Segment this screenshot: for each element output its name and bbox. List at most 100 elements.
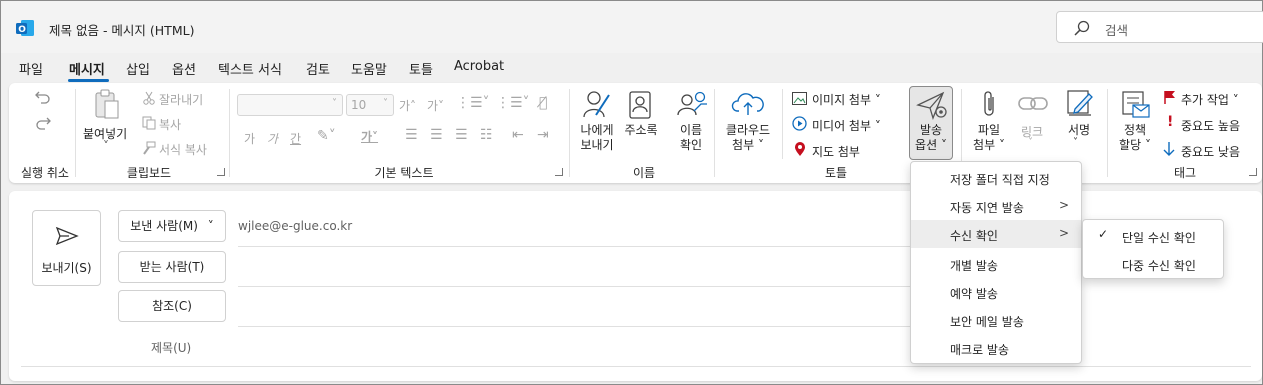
send-to-me-button[interactable]: 나에게 보내기	[575, 123, 619, 153]
menu-file[interactable]: 파일	[19, 59, 43, 78]
ribbon-divider	[75, 89, 76, 177]
low-importance-button[interactable]: 중요도 낮음	[1181, 143, 1240, 160]
menu-help[interactable]: 도움말	[351, 59, 387, 78]
send-to-me-label-1: 나에게	[580, 123, 614, 137]
cloud-upload-icon[interactable]	[731, 91, 765, 117]
map-attach-button[interactable]: 지도 첨부	[812, 143, 860, 160]
redo-icon[interactable]	[34, 115, 52, 131]
window-title: 제목 없음 - 메시지 (HTML)	[49, 23, 195, 38]
cc-field[interactable]	[238, 326, 910, 327]
menu-review[interactable]: 검토	[306, 59, 330, 78]
to-field[interactable]	[238, 286, 910, 287]
chevron-right-icon: >	[1058, 226, 1069, 240]
image-attach-button[interactable]: 이미지 첨부 ˅	[812, 91, 881, 108]
image-icon	[792, 92, 807, 105]
send-options-label-1: 발송	[919, 123, 943, 137]
menu-bar: 파일 메시지 삽입 옵션 텍스트 서식 검토 도움말 토틀 Acrobat	[1, 53, 1262, 83]
check-names-button[interactable]: 이름 확인	[669, 123, 713, 153]
submenu-item-multi-receipt[interactable]: 다중 수신 확인	[1083, 250, 1223, 278]
font-size-combo[interactable]: 10 ˅	[346, 94, 394, 116]
group-basic-text-label: 기본 텍스트	[374, 166, 434, 180]
search-box[interactable]: 검색	[1056, 11, 1263, 43]
from-button[interactable]: 보낸 사람(M) ˅	[118, 210, 226, 242]
submenu-item-single-receipt[interactable]: ✓ 단일 수신 확인	[1083, 222, 1223, 250]
italic-icon[interactable]: 가	[267, 130, 278, 147]
underline-icon[interactable]: 간	[290, 130, 301, 147]
address-book-icon[interactable]	[629, 91, 651, 119]
send-icon	[55, 226, 79, 246]
menu-message[interactable]: 메시지	[69, 59, 105, 78]
paperclip-icon[interactable]	[982, 89, 998, 119]
menu-item-secure-mail[interactable]: 보안 메일 발송	[911, 306, 1081, 334]
attach-file-label-2: 첨부 ˅	[973, 138, 1005, 152]
address-book-label[interactable]: 주소록	[621, 123, 661, 138]
menu-item-save-folder[interactable]: 저장 폴더 직접 지정	[911, 164, 1081, 192]
cc-button[interactable]: 참조(C)	[118, 290, 226, 322]
menu-options[interactable]: 옵션	[172, 59, 196, 78]
send-to-me-icon[interactable]	[582, 89, 612, 121]
chevron-down-icon: ˅	[332, 98, 337, 109]
font-color-icon[interactable]: 가˅	[361, 128, 378, 145]
cloud-attach-label-1: 클라우드	[725, 123, 771, 137]
shrink-font-icon[interactable]: 가˅	[427, 97, 444, 114]
format-painter-label[interactable]: 서식 복사	[159, 141, 207, 158]
cloud-attach-button[interactable]: 클라우드 첨부 ˅	[721, 123, 775, 153]
link-icon	[1018, 97, 1048, 110]
svg-text:O: O	[18, 25, 26, 35]
signature-dropdown-icon: ˅	[1073, 137, 1078, 148]
policy-icon[interactable]	[1121, 90, 1151, 120]
ribbon-divider	[569, 89, 570, 177]
high-importance-button[interactable]: 중요도 높음	[1181, 117, 1240, 134]
grow-font-icon[interactable]: 가˄	[399, 97, 416, 114]
media-attach-button[interactable]: 미디어 첨부 ˅	[812, 117, 881, 134]
assign-policy-button[interactable]: 정책 할당 ˅	[1115, 123, 1155, 153]
numbering-icon[interactable]: ⋮☰˅	[496, 95, 530, 111]
to-button[interactable]: 받는 사람(T)	[118, 251, 226, 283]
flag-icon	[1164, 91, 1175, 104]
menu-format-text[interactable]: 텍스트 서식	[218, 59, 282, 78]
policy-label-2: 할당 ˅	[1119, 138, 1151, 152]
menu-item-macro-send[interactable]: 매크로 발송	[911, 334, 1081, 362]
menu-item-scheduled-send[interactable]: 예약 발송	[911, 278, 1081, 306]
align-left-icon[interactable]: ☰	[405, 127, 418, 143]
subject-field[interactable]	[21, 366, 1251, 367]
send-button[interactable]: 보내기(S)	[32, 210, 101, 286]
font-name-combo[interactable]: ˅	[237, 94, 343, 116]
menu-acrobat[interactable]: Acrobat	[454, 59, 504, 74]
paste-dropdown-icon[interactable]: ˅	[103, 139, 109, 153]
menu-item-auto-delay[interactable]: 자동 지연 발송 >	[911, 192, 1081, 220]
align-center-icon[interactable]: ☰	[430, 127, 443, 143]
basic-text-launcher-icon[interactable]	[555, 168, 563, 176]
check-names-icon[interactable]	[676, 89, 710, 119]
highlight-icon[interactable]: ✎˅	[317, 128, 336, 144]
undo-icon[interactable]	[34, 89, 52, 105]
high-importance-icon: !	[1167, 114, 1174, 130]
outlook-message-window: O 제목 없음 - 메시지 (HTML) 검색 파일 메시지 삽입 옵션 텍스트…	[0, 0, 1263, 385]
increase-indent-icon[interactable]: ⇥	[537, 127, 549, 143]
cut-label[interactable]: 잘라내기	[159, 91, 203, 108]
follow-up-button[interactable]: 추가 작업 ˅	[1181, 91, 1239, 108]
menu-item-label: 저장 폴더 직접 지정	[950, 173, 1050, 187]
copy-label[interactable]: 복사	[159, 116, 181, 133]
send-options-button[interactable]: 발송 옵션 ˅	[909, 86, 953, 160]
menu-item-read-receipt[interactable]: 수신 확인 >	[911, 220, 1081, 248]
justify-icon[interactable]: ☷	[480, 127, 493, 143]
ribbon-divider	[1107, 89, 1108, 177]
signature-icon[interactable]	[1065, 89, 1095, 119]
menu-tottle[interactable]: 토틀	[409, 59, 433, 78]
menu-insert[interactable]: 삽입	[126, 59, 150, 78]
align-right-icon[interactable]: ☰	[455, 127, 468, 143]
ribbon-divider	[229, 89, 230, 177]
send-options-menu: 저장 폴더 직접 지정 자동 지연 발송 > 수신 확인 > 개별 발송 예약 발송…	[910, 161, 1082, 364]
decrease-indent-icon[interactable]: ⇤	[512, 127, 524, 143]
signature-label[interactable]: 서명	[1061, 123, 1097, 138]
menu-item-individual-send[interactable]: 개별 발송	[911, 250, 1081, 278]
tags-launcher-icon[interactable]	[1249, 168, 1257, 176]
from-divider	[238, 246, 910, 247]
bullets-icon[interactable]: ⋮☰˅	[456, 95, 490, 111]
clipboard-launcher-icon[interactable]	[217, 168, 225, 176]
bold-icon[interactable]: 가	[244, 130, 255, 147]
clear-formatting-icon[interactable]: 가̸	[539, 95, 547, 111]
attach-file-button[interactable]: 파일 첨부 ˅	[967, 123, 1011, 153]
paste-icon[interactable]	[93, 89, 121, 121]
